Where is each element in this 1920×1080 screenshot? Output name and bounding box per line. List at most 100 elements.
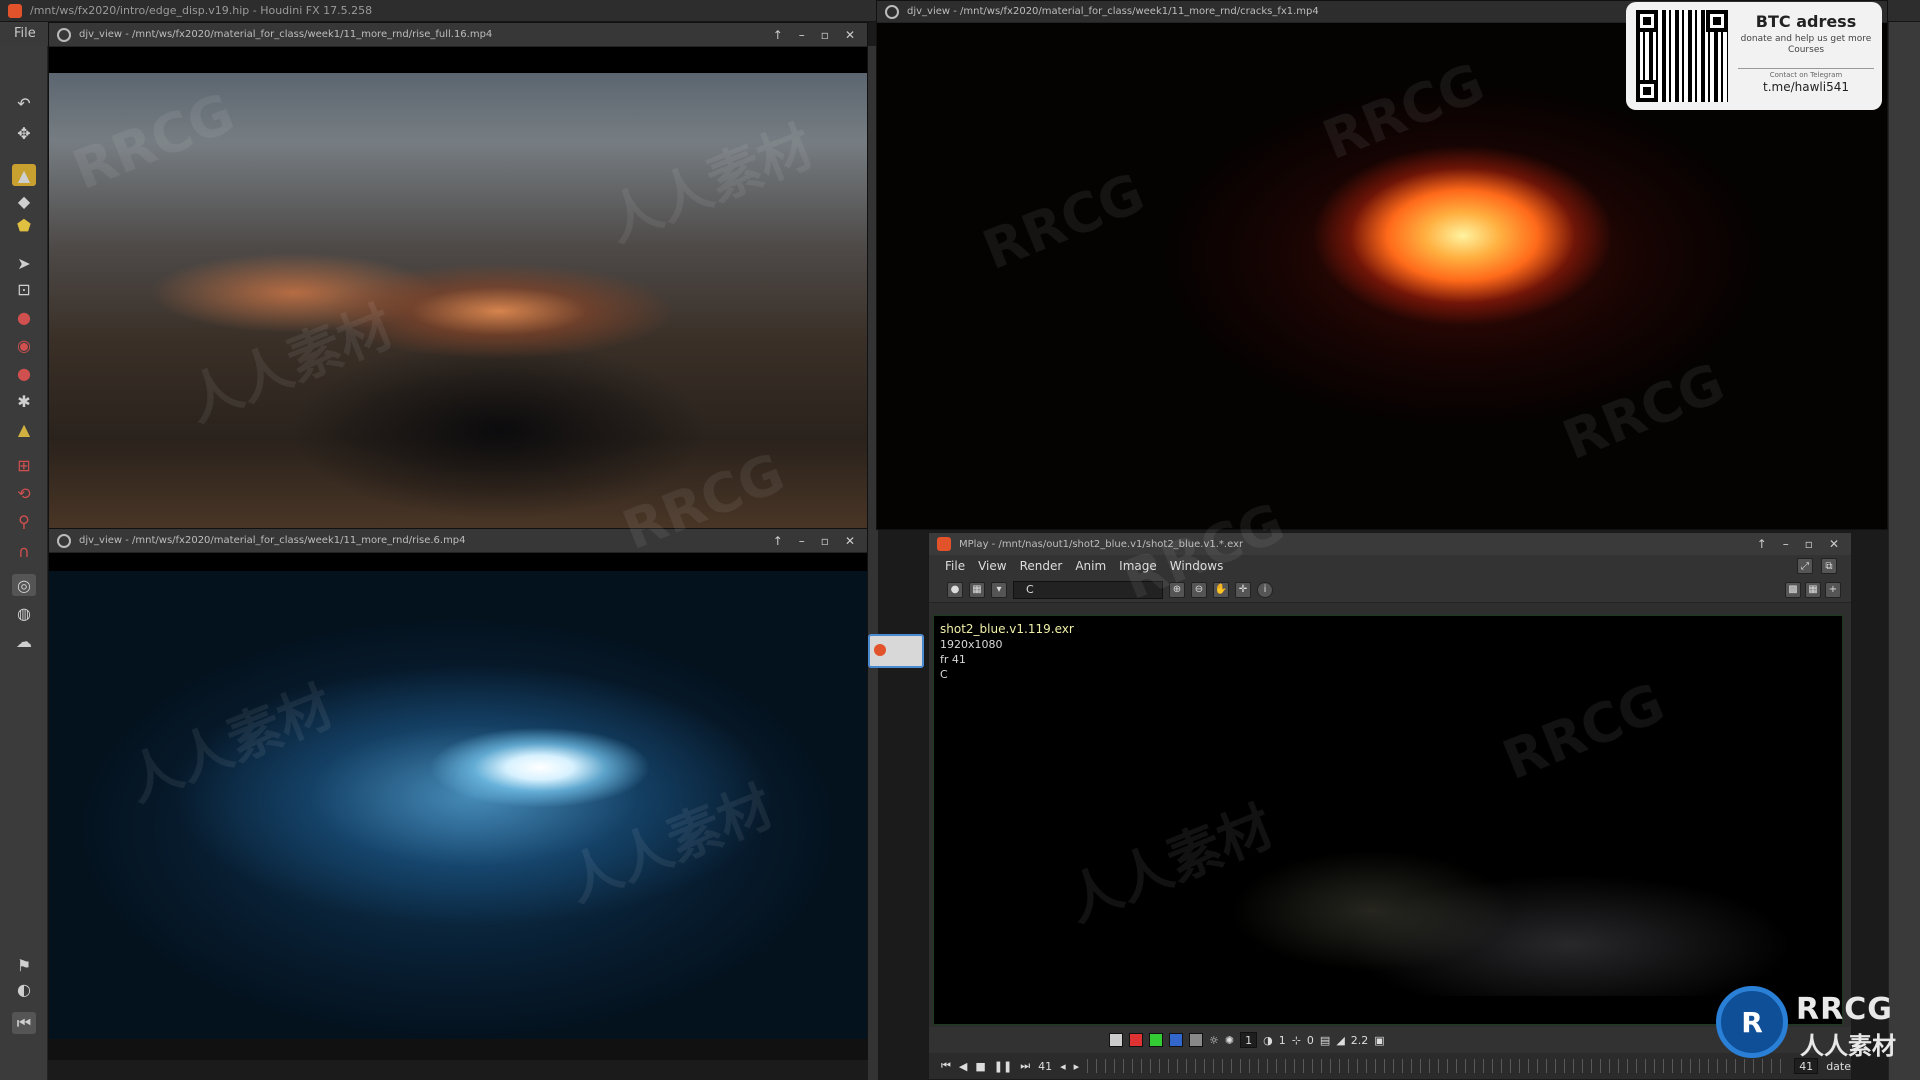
settings-icon[interactable]: ▣ bbox=[1374, 1034, 1384, 1047]
video-frame-ocean bbox=[49, 73, 867, 531]
minimize-icon[interactable]: – bbox=[799, 534, 805, 548]
menu-image[interactable]: Image bbox=[1119, 559, 1157, 573]
gamma-a-value[interactable]: 1 bbox=[1279, 1034, 1286, 1047]
pin-tool-icon[interactable]: ⚲ bbox=[12, 510, 36, 532]
sculpt-tool-icon[interactable]: ◉ bbox=[12, 334, 36, 356]
maximize-icon[interactable]: ▫ bbox=[821, 28, 829, 42]
channel-green-icon[interactable] bbox=[1149, 1033, 1163, 1047]
channel-rgb-icon[interactable] bbox=[1109, 1033, 1123, 1047]
current-frame[interactable]: 41 bbox=[1038, 1060, 1052, 1073]
magnet-box-icon[interactable]: ⊞ bbox=[12, 454, 36, 476]
menu-render[interactable]: Render bbox=[1020, 559, 1063, 573]
channel-alpha-icon[interactable] bbox=[1189, 1033, 1203, 1047]
zoom-out-icon[interactable]: ⊖ bbox=[1191, 581, 1207, 598]
pin-icon[interactable]: ↑ bbox=[773, 28, 783, 42]
gear-icon[interactable] bbox=[57, 533, 71, 548]
mplay-viewport[interactable]: shot2_blue.v1.119.exr 1920x1080 fr 41 C bbox=[933, 615, 1843, 1025]
shape-tool-icon[interactable]: ⬟ bbox=[12, 214, 36, 236]
plane-select[interactable]: C bbox=[1013, 580, 1163, 599]
light-tool-icon[interactable]: ▲ bbox=[12, 164, 36, 186]
maximize-icon[interactable]: ▫ bbox=[821, 534, 829, 548]
window-title: djv_view - /mnt/ws/fx2020/material_for_c… bbox=[79, 535, 466, 546]
menu-view[interactable]: View bbox=[978, 559, 1006, 573]
minimize-icon[interactable]: – bbox=[1783, 537, 1789, 551]
close-icon[interactable]: ✕ bbox=[845, 534, 855, 548]
left-tool-shelf: ↶ ✥ ▲ ◆ ⬟ ➤ ⊡ ● ◉ ● ✱ ▲ ⊞ ⟲ ⚲ ∩ ◎ ◍ ☁ ⚑ … bbox=[0, 46, 48, 1080]
gamma-icon[interactable]: ◢ bbox=[1336, 1034, 1344, 1047]
diamond-tool-icon[interactable]: ◆ bbox=[12, 190, 36, 212]
menu-file[interactable]: File bbox=[945, 559, 965, 573]
magnet-icon[interactable]: ∩ bbox=[12, 540, 36, 562]
window-title-bar[interactable]: djv_view - /mnt/ws/fx2020/material_for_c… bbox=[49, 23, 867, 47]
handle-tool-icon[interactable]: ⊡ bbox=[12, 278, 36, 300]
exposure-icon[interactable]: ✺ bbox=[1225, 1034, 1234, 1047]
fullscreen-icon[interactable]: ⤢ bbox=[1797, 558, 1813, 574]
houdini-logo-icon bbox=[874, 644, 886, 656]
view-tool-icon[interactable]: ◎ bbox=[12, 574, 36, 596]
contrast-icon[interactable]: ◑ bbox=[1263, 1034, 1273, 1047]
bone-tool-icon[interactable]: ✱ bbox=[12, 390, 36, 412]
mplay-title-bar[interactable]: MPlay - /mnt/nas/out1/shot2_blue.v1/shot… bbox=[929, 533, 1851, 555]
djv-window-rise-full: djv_view - /mnt/ws/fx2020/material_for_c… bbox=[48, 22, 868, 532]
step-forward-icon[interactable]: ▸ bbox=[1074, 1060, 1080, 1073]
window-title-bar[interactable]: djv_view - /mnt/ws/fx2020/material_for_c… bbox=[49, 529, 867, 553]
grid-icon[interactable]: ▦ bbox=[1805, 581, 1821, 598]
add-icon[interactable]: + bbox=[1825, 581, 1841, 598]
render-tool-icon[interactable]: ☁ bbox=[12, 630, 36, 652]
checker-icon[interactable]: ▩ bbox=[1785, 581, 1801, 598]
flag-tool-icon[interactable]: ⚑ bbox=[12, 954, 36, 976]
lut-icon[interactable]: ▤ bbox=[1320, 1034, 1330, 1047]
zoom-in-icon[interactable]: ⊕ bbox=[1169, 581, 1185, 598]
close-icon[interactable]: ✕ bbox=[845, 28, 855, 42]
stop-icon[interactable]: ■ bbox=[975, 1060, 985, 1073]
brightness-icon[interactable]: ☼ bbox=[1209, 1034, 1219, 1047]
houdini-menu-file[interactable]: File bbox=[0, 22, 48, 46]
globe-tool-icon[interactable]: ◐ bbox=[12, 978, 36, 1000]
close-icon[interactable]: ✕ bbox=[1829, 537, 1839, 551]
camera-tool-icon[interactable]: ◍ bbox=[12, 602, 36, 624]
lasso-tool-icon[interactable]: ⟲ bbox=[12, 482, 36, 504]
rebelway-logo-graphic bbox=[1174, 826, 1834, 996]
gear-icon[interactable] bbox=[885, 4, 899, 19]
crosshair-icon[interactable]: ✛ bbox=[1235, 581, 1251, 598]
select-arrow-icon[interactable]: ➤ bbox=[12, 252, 36, 274]
hand-icon[interactable]: ✋ bbox=[1213, 581, 1229, 598]
mplay-title: MPlay - /mnt/nas/out1/shot2_blue.v1/shot… bbox=[959, 538, 1244, 550]
pose-tool-icon[interactable]: ▲ bbox=[12, 418, 36, 440]
menu-anim[interactable]: Anim bbox=[1075, 559, 1106, 573]
gear-icon[interactable] bbox=[57, 27, 71, 42]
step-field[interactable]: 1 bbox=[1240, 1032, 1258, 1048]
mplay-window: MPlay - /mnt/nas/out1/shot2_blue.v1/shot… bbox=[928, 532, 1852, 1080]
first-frame-icon[interactable]: ⏮ bbox=[941, 1059, 951, 1073]
compare-icon[interactable]: ▦ bbox=[969, 581, 985, 598]
step-back-icon[interactable]: ◂ bbox=[1060, 1060, 1066, 1073]
last-frame-icon[interactable]: ⏭ bbox=[1020, 1059, 1030, 1073]
floating-tab[interactable] bbox=[868, 634, 924, 668]
maximize-icon[interactable]: ▫ bbox=[1805, 537, 1813, 551]
play-reverse-icon[interactable]: ◀ bbox=[959, 1060, 967, 1073]
menu-windows[interactable]: Windows bbox=[1170, 559, 1224, 573]
offset-value[interactable]: 0 bbox=[1307, 1034, 1314, 1047]
transform-icon[interactable]: ✥ bbox=[12, 122, 36, 144]
paint-tool-icon[interactable]: ● bbox=[12, 306, 36, 328]
gamma-value[interactable]: 2.2 bbox=[1351, 1034, 1369, 1047]
channel-blue-icon[interactable] bbox=[1169, 1033, 1183, 1047]
channel-red-icon[interactable] bbox=[1129, 1033, 1143, 1047]
pin-icon[interactable]: ↑ bbox=[1757, 537, 1767, 551]
offset-icon[interactable]: ⊹ bbox=[1292, 1034, 1301, 1047]
view-icon[interactable]: ● bbox=[947, 581, 963, 598]
minimize-icon[interactable]: – bbox=[799, 28, 805, 42]
dropdown-arrow-icon[interactable]: ▾ bbox=[991, 581, 1007, 598]
rewind-icon[interactable]: ⏮ bbox=[12, 1012, 36, 1034]
sphere-tool-icon[interactable]: ● bbox=[12, 362, 36, 384]
detach-icon[interactable]: ⧉ bbox=[1821, 558, 1837, 574]
pause-icon[interactable]: ❚❚ bbox=[994, 1060, 1012, 1073]
pin-icon[interactable]: ↑ bbox=[773, 534, 783, 548]
qr-finder bbox=[1706, 10, 1728, 32]
info-icon[interactable]: i bbox=[1257, 581, 1273, 598]
timeline-ruler[interactable] bbox=[1087, 1059, 1787, 1073]
rrcg-logo-icon: R bbox=[1716, 986, 1788, 1058]
update-label[interactable]: date bbox=[1826, 1060, 1851, 1073]
back-arrow-icon[interactable]: ↶ bbox=[12, 92, 36, 114]
step-value: 1 bbox=[1245, 1033, 1253, 1047]
